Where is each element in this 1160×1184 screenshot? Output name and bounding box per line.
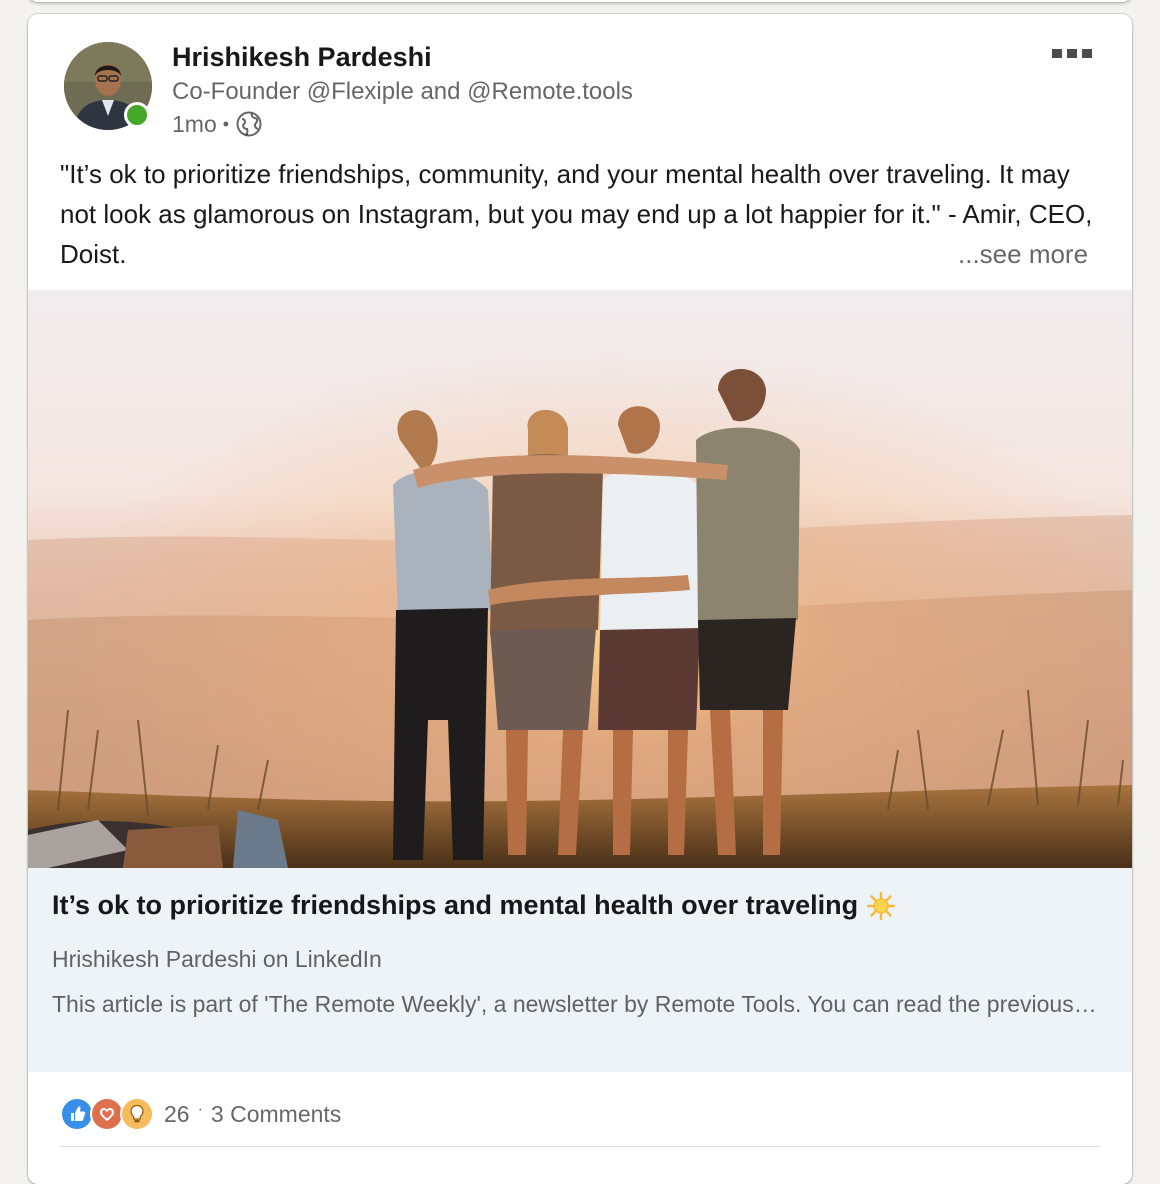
meta-separator: • [222,113,230,134]
article-description: This article is part of 'The Remote Week… [52,991,1097,1017]
post-meta: 1mo • [172,110,263,138]
feed-post: Hrishikesh Pardeshi Co-Founder @Flexiple… [28,14,1132,1184]
online-status-indicator [124,102,150,128]
author-name[interactable]: Hrishikesh Pardeshi [172,42,432,73]
divider [60,1146,1100,1147]
previous-post-card [28,0,1132,2]
love-icon [90,1097,124,1131]
article-title-text: It’s ok to prioritize friendships and me… [52,890,859,920]
article-preview[interactable]: It’s ok to prioritize friendships and me… [28,868,1132,1072]
more-dot [1052,48,1062,58]
author-headline: Co-Founder @Flexiple and @Remote.tools [172,78,633,105]
see-more-link[interactable]: ...see more [958,234,1088,274]
like-icon [60,1097,94,1131]
article-title[interactable]: It’s ok to prioritize friendships and me… [52,890,896,921]
social-counts: 26 · 3 Comments [60,1096,341,1132]
count-separator: · [197,1101,203,1118]
more-dot [1067,48,1077,58]
article-source: Hrishikesh Pardeshi on LinkedIn [52,946,382,972]
post-text: "It’s ok to prioritize friendships, comm… [60,159,1093,269]
more-options-button[interactable] [1052,46,1100,60]
reactions-count[interactable]: 26 [164,1101,190,1128]
globe-icon [235,110,263,138]
article-image[interactable] [28,290,1132,868]
post-time: 1mo [172,110,217,137]
sun-icon [866,891,896,921]
insightful-icon [120,1097,154,1131]
comments-count[interactable]: 3 Comments [211,1101,341,1128]
more-dot [1082,48,1092,58]
